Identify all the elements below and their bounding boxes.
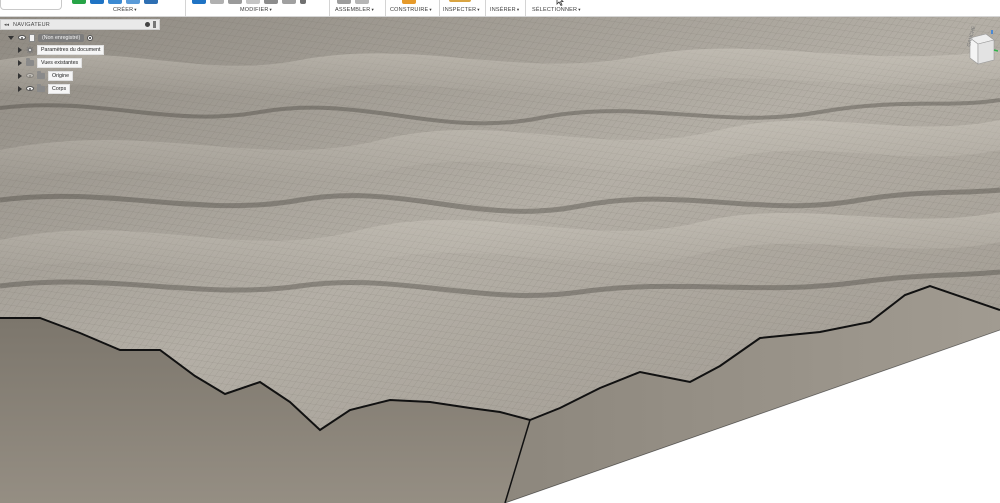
- panel-resize-icon[interactable]: [153, 21, 156, 28]
- visibility-eye-icon[interactable]: [26, 86, 34, 91]
- tree-item-origin[interactable]: Origine: [18, 70, 74, 81]
- tree-item-label: Corps: [48, 83, 71, 94]
- insert-group[interactable]: INSÉRER▾: [488, 0, 526, 17]
- modify-group[interactable]: MODIFIER▾: [190, 0, 322, 17]
- modify-dropdown-icon[interactable]: [300, 0, 306, 4]
- collapse-panel-icon[interactable]: ◂◂: [4, 22, 9, 28]
- modify-fillet-icon[interactable]: [210, 0, 224, 4]
- document-icon: [29, 33, 35, 42]
- create-extrude-icon[interactable]: [90, 0, 104, 4]
- toolbar-separator: [525, 0, 526, 17]
- expand-toggle-icon[interactable]: [18, 72, 22, 79]
- toolbar: CRÉER▾ MODIFIER▾ ASSEMBLER▾ CONSTRUIRE▾: [0, 0, 1000, 17]
- browser-header[interactable]: ◂◂ NAVIGATEUR: [0, 19, 160, 30]
- toolbar-separator: [329, 0, 330, 17]
- modify-combine-icon[interactable]: [264, 0, 278, 4]
- create-sweep-icon[interactable]: [126, 0, 140, 4]
- toolbar-separator: [485, 0, 486, 17]
- modify-menu-label[interactable]: MODIFIER▾: [240, 7, 272, 13]
- toolbar-left-stub[interactable]: [0, 0, 62, 10]
- toolbar-separator: [439, 0, 440, 17]
- assemble-menu-label[interactable]: ASSEMBLER▾: [335, 7, 374, 13]
- visibility-eye-icon[interactable]: [18, 35, 26, 40]
- toolbar-separator: [185, 0, 186, 17]
- tree-item-document-settings[interactable]: Paramètres du document: [18, 44, 105, 55]
- modify-chamfer-icon[interactable]: [228, 0, 242, 4]
- tree-item-label: Paramètres du document: [37, 44, 105, 55]
- assemble-group[interactable]: ASSEMBLER▾: [333, 0, 383, 17]
- expand-toggle-icon[interactable]: [8, 35, 14, 40]
- tree-item-named-views[interactable]: Vues existantes: [18, 57, 83, 68]
- construct-plane-icon[interactable]: [402, 0, 416, 4]
- folder-icon: [37, 84, 45, 92]
- select-menu-label[interactable]: SÉLECTIONNER▾: [532, 7, 581, 13]
- document-name[interactable]: (Non enregistré): [38, 33, 85, 42]
- create-box-icon[interactable]: [144, 0, 158, 4]
- browser-panel: ◂◂ NAVIGATEUR (Non enregistré) Paramètre…: [0, 19, 160, 110]
- toolbar-separator: [385, 0, 386, 17]
- modify-presspull-icon[interactable]: [192, 0, 206, 4]
- construct-menu-label[interactable]: CONSTRUIRE▾: [390, 7, 432, 13]
- expand-toggle-icon[interactable]: [18, 85, 22, 92]
- visibility-eye-icon[interactable]: [26, 73, 34, 78]
- assemble-joint-icon[interactable]: [355, 0, 369, 4]
- viewcube-front-face[interactable]: [977, 39, 995, 65]
- create-group[interactable]: CRÉER▾: [70, 0, 178, 17]
- browser-tree: (Non enregistré) Paramètres du document …: [0, 30, 160, 110]
- browser-title: NAVIGATEUR: [13, 21, 50, 28]
- viewcube[interactable]: GAUCHE: [964, 25, 999, 66]
- select-cursor-icon[interactable]: [556, 0, 564, 6]
- tree-item-label: Origine: [48, 70, 74, 81]
- inspect-measure-icon[interactable]: [449, 0, 471, 2]
- construct-group[interactable]: CONSTRUIRE▾: [388, 0, 438, 17]
- modify-move-icon[interactable]: [282, 0, 296, 4]
- tree-item-label: Vues existantes: [37, 57, 83, 68]
- create-revolve-icon[interactable]: [108, 0, 122, 4]
- expand-toggle-icon[interactable]: [18, 59, 22, 66]
- folder-icon: [26, 58, 34, 66]
- viewcube-y-axis: [993, 49, 999, 52]
- insert-menu-label[interactable]: INSÉRER▾: [490, 7, 519, 13]
- select-group[interactable]: SÉLECTIONNER▾: [528, 0, 588, 17]
- expand-toggle-icon[interactable]: [18, 46, 22, 53]
- create-sketch-icon[interactable]: [72, 0, 86, 4]
- tree-item-bodies[interactable]: Corps: [18, 83, 71, 94]
- inspect-group[interactable]: INSPECTER▾: [441, 0, 485, 17]
- folder-icon: [37, 71, 45, 79]
- modify-shell-icon[interactable]: [246, 0, 260, 4]
- tree-root-row[interactable]: (Non enregistré): [8, 32, 94, 43]
- gear-icon: [26, 45, 34, 54]
- pin-icon[interactable]: [145, 22, 150, 27]
- activate-radio-icon[interactable]: [87, 34, 94, 41]
- create-menu-label[interactable]: CRÉER▾: [113, 7, 137, 13]
- inspect-menu-label[interactable]: INSPECTER▾: [443, 7, 480, 13]
- assemble-component-icon[interactable]: [337, 0, 351, 4]
